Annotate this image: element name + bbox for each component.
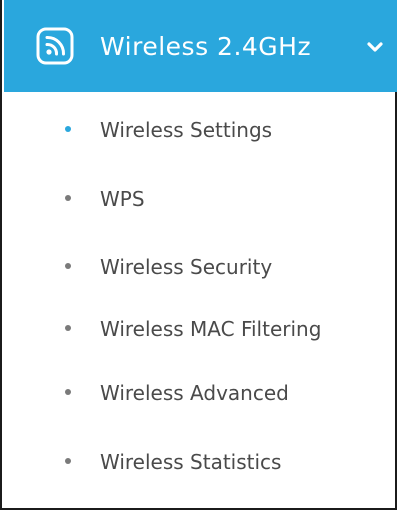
bullet-icon	[65, 458, 71, 464]
bullet-icon	[65, 325, 71, 331]
wireless-icon	[36, 27, 74, 65]
submenu-item-label: WPS	[100, 187, 145, 211]
submenu-item-label: Wireless MAC Filtering	[100, 317, 322, 341]
submenu-item-label: Wireless Security	[100, 255, 273, 279]
chevron-down-icon[interactable]	[365, 37, 385, 57]
submenu-item-wireless-advanced[interactable]: Wireless Advanced	[4, 370, 397, 416]
bullet-icon	[65, 195, 71, 201]
submenu-item-wireless-security[interactable]: Wireless Security	[4, 244, 397, 290]
submenu-item-label: Wireless Settings	[100, 118, 273, 142]
menu-header-title: Wireless 2.4GHz	[100, 32, 312, 61]
bullet-icon	[65, 389, 71, 395]
wireless-2-4ghz-menu-header[interactable]: Wireless 2.4GHz	[4, 0, 397, 92]
submenu-item-wps[interactable]: WPS	[4, 176, 397, 222]
submenu-item-wireless-settings[interactable]: Wireless Settings	[4, 107, 397, 153]
bullet-icon	[65, 263, 71, 269]
submenu-item-label: Wireless Advanced	[100, 381, 289, 405]
submenu-item-wireless-mac-filtering[interactable]: Wireless MAC Filtering	[4, 306, 397, 352]
submenu-item-wireless-statistics[interactable]: Wireless Statistics	[4, 439, 397, 485]
wireless-menu-panel: Wireless 2.4GHz Wireless Settings WPS Wi…	[0, 0, 397, 510]
submenu-item-label: Wireless Statistics	[100, 450, 282, 474]
bullet-icon	[65, 126, 71, 132]
